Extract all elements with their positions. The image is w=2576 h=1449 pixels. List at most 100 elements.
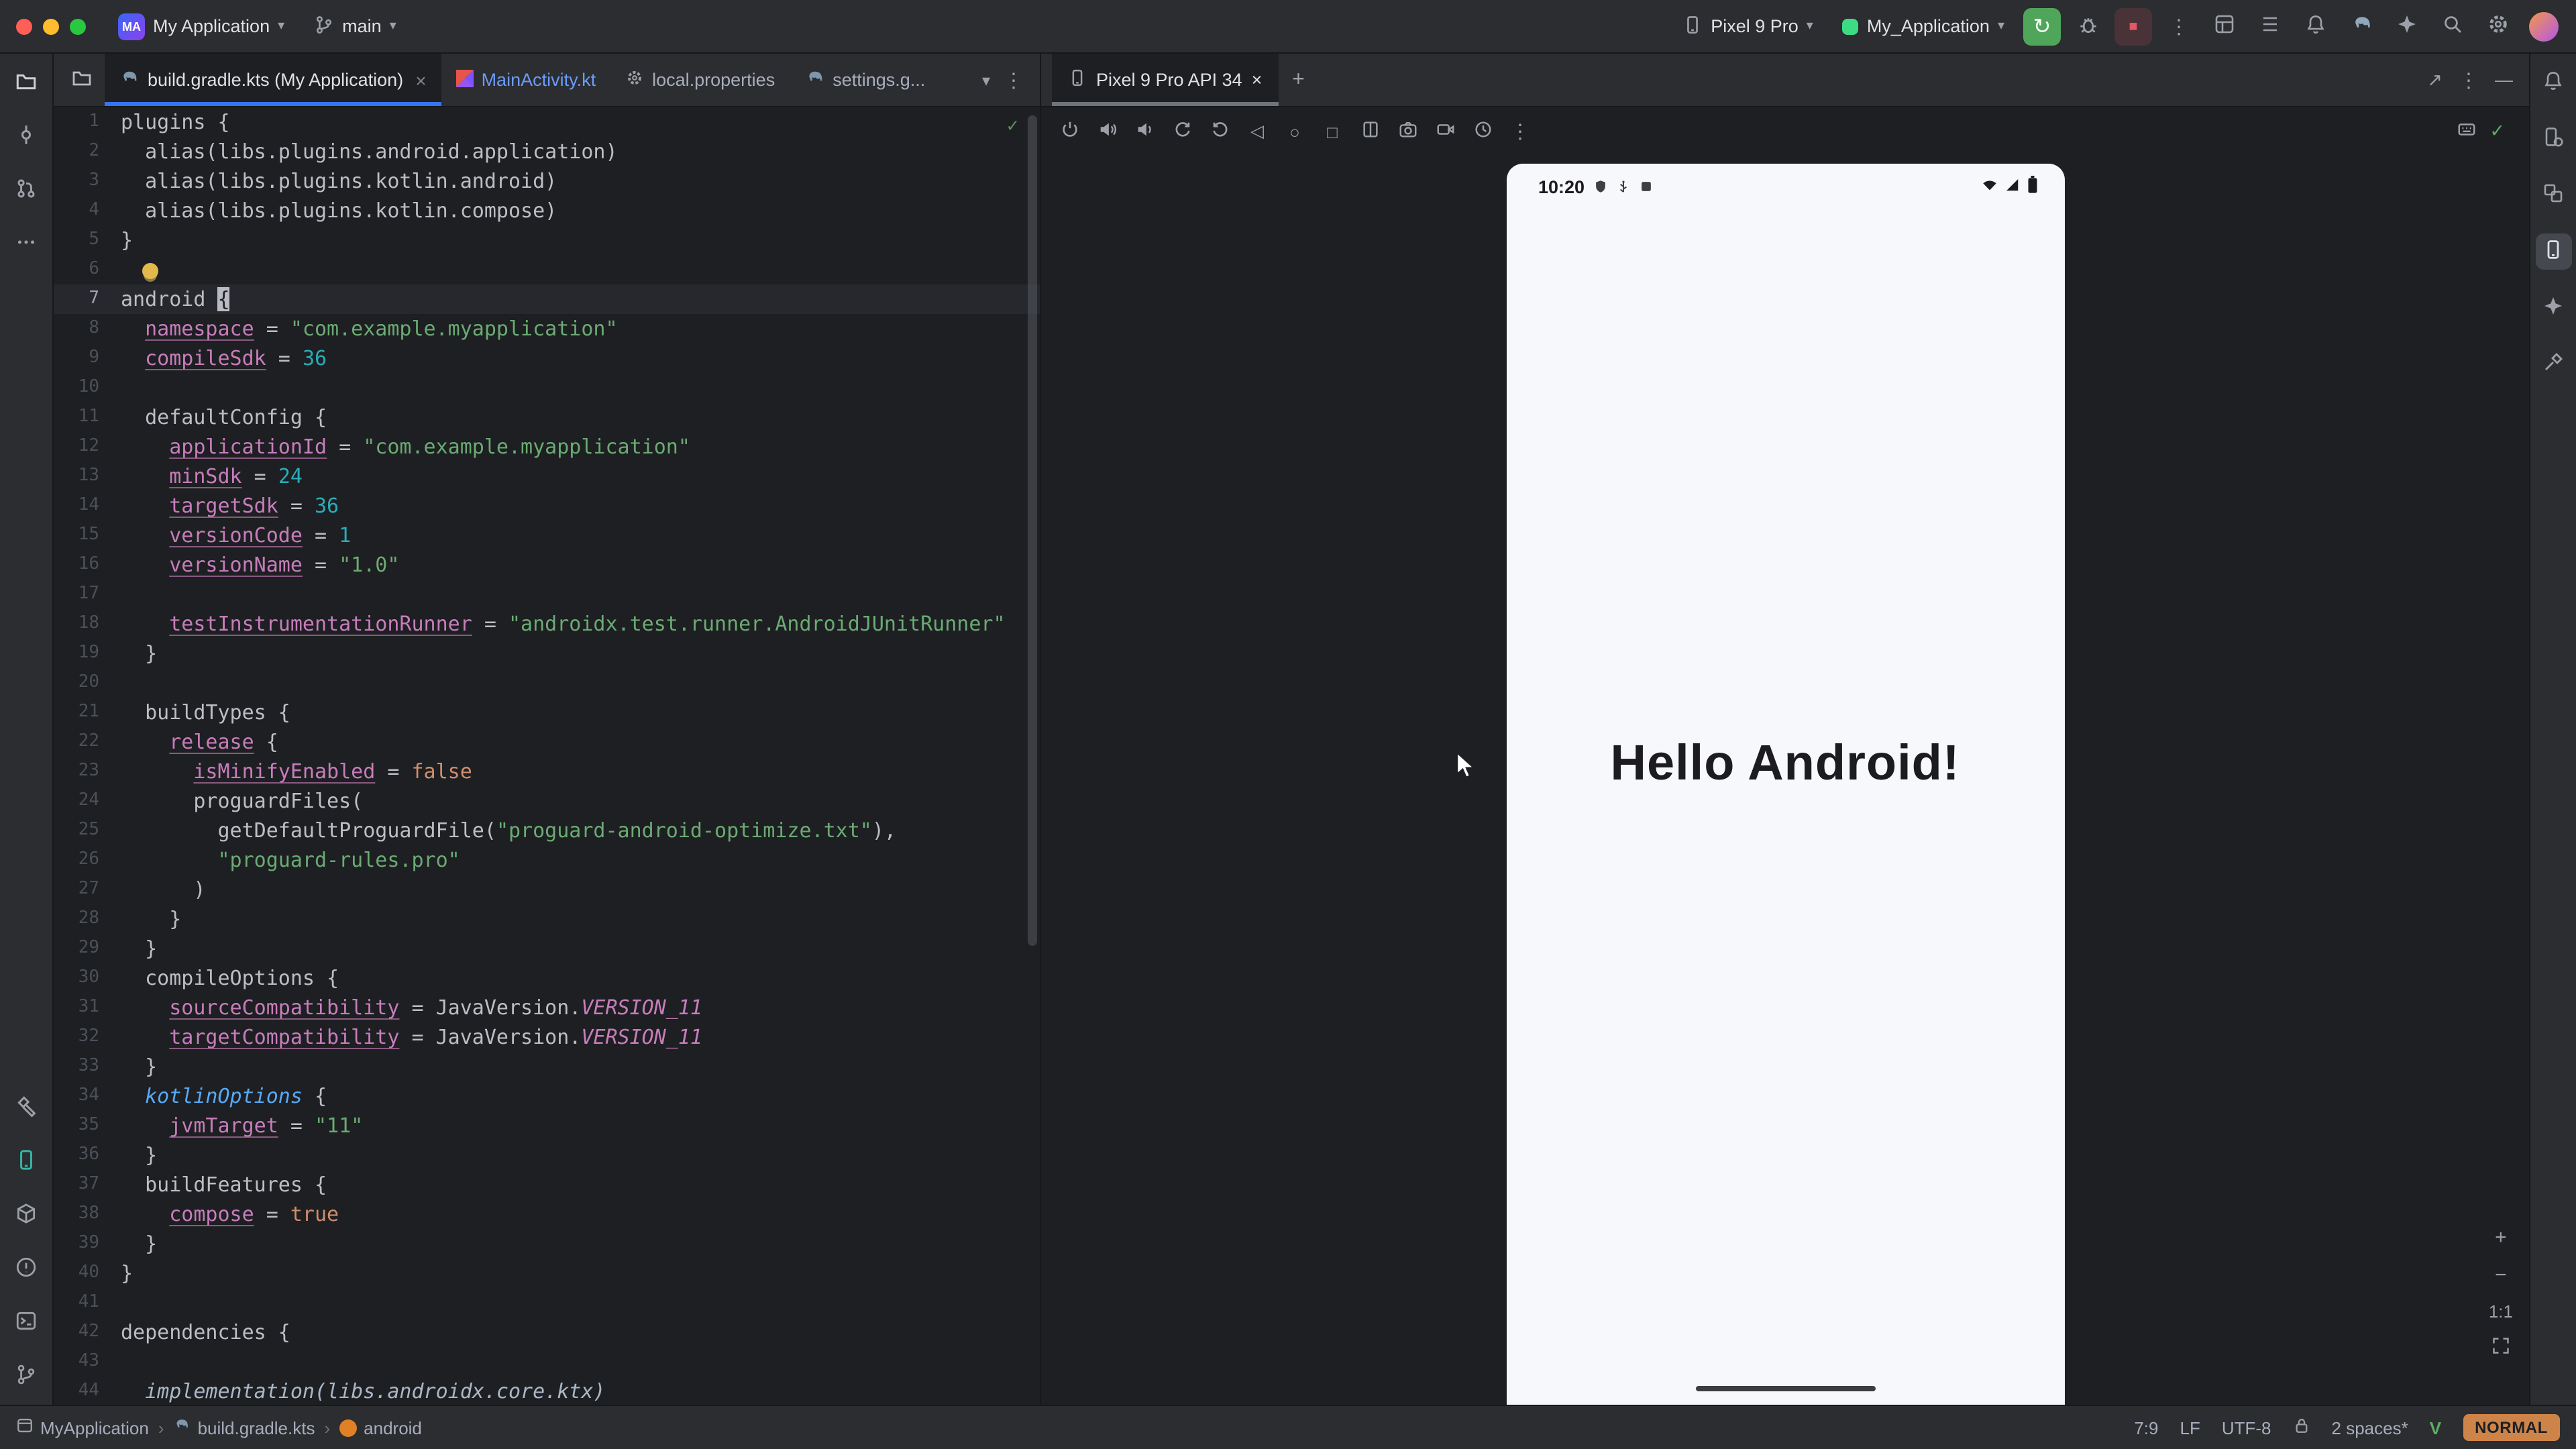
branch-selector[interactable]: main ▾ <box>303 9 407 44</box>
encoding-widget[interactable]: UTF-8 <box>2222 1417 2271 1438</box>
tab-mainactivity[interactable]: MainActivity.kt <box>441 54 611 106</box>
code-line[interactable]: 6 <box>54 255 1040 284</box>
code-line[interactable]: 26 "proguard-rules.pro" <box>54 845 1040 875</box>
device-manager-tool-button[interactable] <box>2535 121 2571 157</box>
pull-requests-tool-button[interactable] <box>8 172 44 208</box>
code-line[interactable]: 27 ) <box>54 875 1040 904</box>
commit-tool-button[interactable] <box>8 118 44 154</box>
running-devices-tool-button[interactable] <box>2535 233 2571 270</box>
lock-icon[interactable] <box>2293 1417 2310 1438</box>
indent-widget[interactable]: 2 spaces* <box>2332 1417 2408 1438</box>
navigation-pill[interactable] <box>1695 1385 1875 1391</box>
volume-up-button[interactable] <box>1089 114 1124 149</box>
fold-device-button[interactable] <box>1352 114 1387 149</box>
code-line[interactable]: 3 alias(libs.plugins.kotlin.android) <box>54 166 1040 196</box>
code-line[interactable]: 1plugins { <box>54 107 1040 137</box>
code-line[interactable]: 32 targetCompatibility = JavaVersion.VER… <box>54 1022 1040 1052</box>
code-line[interactable]: 30 compileOptions { <box>54 963 1040 993</box>
tab-local-properties[interactable]: local.properties <box>610 54 790 106</box>
screen-record-button[interactable] <box>1428 114 1462 149</box>
code-line[interactable]: 40} <box>54 1258 1040 1288</box>
gemini-tool-button[interactable] <box>2535 290 2571 326</box>
gradle-sync-button[interactable] <box>2343 7 2380 45</box>
caret-position-widget[interactable]: 7:9 <box>2134 1417 2158 1438</box>
terminal-tool-button[interactable] <box>8 1304 44 1340</box>
code-line[interactable]: 23 isMinifyEnabled = false <box>54 757 1040 786</box>
stop-button[interactable]: ■ <box>2114 7 2152 45</box>
emulator-more-button[interactable]: ⋮ <box>1503 114 1538 149</box>
code-line[interactable]: 21 buildTypes { <box>54 698 1040 727</box>
search-everywhere-button[interactable] <box>2434 7 2471 45</box>
code-line[interactable]: 37 buildFeatures { <box>54 1170 1040 1199</box>
notifications-button[interactable] <box>2297 7 2334 45</box>
code-editor[interactable]: 1plugins {2 alias(libs.plugins.android.a… <box>54 107 1040 1405</box>
code-line[interactable]: 9 compileSdk = 36 <box>54 343 1040 373</box>
code-line[interactable]: 22 release { <box>54 727 1040 757</box>
code-line[interactable]: 18 testInstrumentationRunner = "androidx… <box>54 609 1040 639</box>
code-line[interactable]: 24 proguardFiles( <box>54 786 1040 816</box>
more-run-actions-button[interactable]: ⋮ <box>2160 7 2198 45</box>
android-overview-button[interactable]: □ <box>1315 114 1350 149</box>
build-tool-button[interactable] <box>8 1089 44 1126</box>
tab-options-kebab-icon[interactable]: ⋮ <box>1004 68 1024 92</box>
code-line[interactable]: 31 sourceCompatibility = JavaVersion.VER… <box>54 993 1040 1022</box>
ai-assistant-button[interactable] <box>2388 7 2426 45</box>
code-line[interactable]: 19 } <box>54 639 1040 668</box>
code-line[interactable]: 39 } <box>54 1229 1040 1258</box>
more-tool-windows-button[interactable] <box>8 225 44 262</box>
zoom-out-icon[interactable]: − <box>2495 1264 2507 1287</box>
breadcrumb-project[interactable]: MyApplication <box>16 1417 149 1438</box>
code-line[interactable]: 38 compose = true <box>54 1199 1040 1229</box>
code-line[interactable]: 5} <box>54 225 1040 255</box>
code-line[interactable]: 4 alias(libs.plugins.kotlin.compose) <box>54 196 1040 225</box>
android-home-button[interactable]: ○ <box>1277 114 1312 149</box>
code-line[interactable]: 12 applicationId = "com.example.myapplic… <box>54 432 1040 462</box>
device-tab[interactable]: Pixel 9 Pro API 34 × <box>1052 54 1278 106</box>
fit-to-window-icon[interactable] <box>2491 1336 2510 1359</box>
run-configuration-selector[interactable]: My_Application ▾ <box>1832 11 2015 42</box>
fullscreen-window-button[interactable] <box>70 18 86 34</box>
code-line[interactable]: 10 <box>54 373 1040 402</box>
user-avatar[interactable] <box>2525 7 2563 45</box>
inspections-ok-icon[interactable]: ✓ <box>1007 115 1018 137</box>
open-in-window-icon[interactable]: ↗ <box>2427 69 2443 91</box>
device-selector[interactable]: Pixel 9 Pro ▾ <box>1672 9 1824 44</box>
code-line[interactable]: 41 <box>54 1288 1040 1318</box>
power-button[interactable] <box>1052 114 1087 149</box>
snapshots-button[interactable] <box>1465 114 1500 149</box>
code-line[interactable]: 8 namespace = "com.example.myapplication… <box>54 314 1040 343</box>
code-line[interactable]: 16 versionName = "1.0" <box>54 550 1040 580</box>
settings-button[interactable] <box>2479 7 2517 45</box>
code-line[interactable]: 36 } <box>54 1140 1040 1170</box>
vim-mode-badge[interactable]: NORMAL <box>2463 1414 2560 1441</box>
code-line[interactable]: 33 } <box>54 1052 1040 1081</box>
code-line[interactable]: 44 implementation(libs.androidx.core.ktx… <box>54 1377 1040 1405</box>
close-tab-icon[interactable]: × <box>415 69 426 91</box>
ideavim-icon[interactable]: V <box>2430 1417 2441 1438</box>
add-device-tab-button[interactable]: + <box>1278 54 1318 106</box>
rotate-right-button[interactable] <box>1202 114 1237 149</box>
hidden-tabs-chevron-icon[interactable]: ▾ <box>982 72 990 88</box>
structure-button[interactable] <box>2251 7 2289 45</box>
code-line[interactable]: 25 getDefaultProguardFile("proguard-andr… <box>54 816 1040 845</box>
code-line[interactable]: 34 kotlinOptions { <box>54 1081 1040 1111</box>
tab-settings-gradle[interactable]: settings.g... <box>790 54 940 106</box>
code-line[interactable]: 35 jvmTarget = "11" <box>54 1111 1040 1140</box>
android-back-button[interactable]: ◁ <box>1240 114 1275 149</box>
app-insights-tool-button[interactable] <box>2535 346 2571 382</box>
notifications-tool-button[interactable] <box>2535 64 2571 101</box>
tool-windows-button[interactable] <box>2206 7 2243 45</box>
breadcrumb-file[interactable]: build.gradle.kts <box>174 1417 315 1438</box>
resource-manager-tool-button[interactable] <box>2535 177 2571 213</box>
code-line[interactable]: 2 alias(libs.plugins.android.application… <box>54 137 1040 166</box>
quickfix-bulb-icon[interactable] <box>142 262 158 278</box>
debug-button[interactable] <box>2069 7 2106 45</box>
live-edit-ok-icon[interactable]: ✓ <box>2489 121 2505 142</box>
project-view-toggle[interactable] <box>59 54 105 106</box>
code-line[interactable]: 17 <box>54 580 1040 609</box>
problems-tool-button[interactable] <box>8 1250 44 1287</box>
code-line[interactable]: 28 } <box>54 904 1040 934</box>
breadcrumb-node[interactable]: android <box>339 1417 422 1438</box>
code-line[interactable]: 20 <box>54 668 1040 698</box>
line-separator-widget[interactable]: LF <box>2180 1417 2200 1438</box>
